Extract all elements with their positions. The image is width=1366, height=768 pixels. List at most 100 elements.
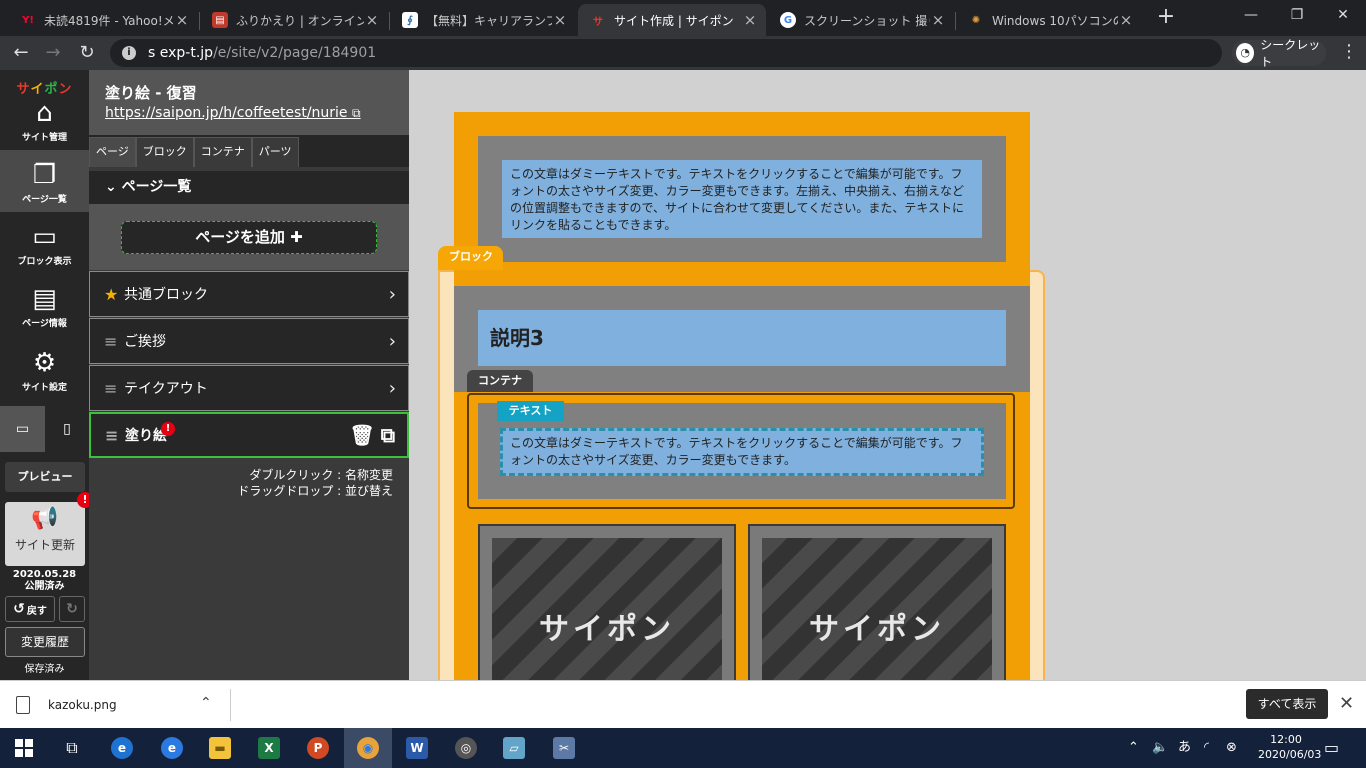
tab-page[interactable]: ページ xyxy=(89,137,136,167)
browser-tab[interactable]: ∮ 【無料】キャリアランプ体験 × xyxy=(390,4,576,36)
new-tab-button[interactable]: + xyxy=(1155,6,1177,28)
image-card[interactable]: サイポン xyxy=(478,524,736,680)
sidebar-item-page-list[interactable]: ❐ ページ一覧 xyxy=(0,150,89,212)
close-icon[interactable]: × xyxy=(174,11,190,29)
drag-handle-icon[interactable]: ≡ xyxy=(104,379,118,398)
sidebar-item-label: ページ一覧 xyxy=(22,195,67,205)
sidebar-item-site-management[interactable]: ⌂ サイト管理 xyxy=(0,98,89,148)
file-icon xyxy=(16,696,30,714)
drag-handle-icon[interactable]: ≡ xyxy=(104,332,118,351)
close-icon[interactable]: × xyxy=(552,11,568,29)
external-link-icon: ⧉ xyxy=(352,106,361,120)
desktop-view-icon[interactable]: ▭ xyxy=(0,406,45,452)
sidebar-item-label: ページ情報 xyxy=(22,319,67,329)
browser-tab[interactable]: Y! 未読4819件 - Yahoo!メ × xyxy=(8,4,198,36)
browser-tab[interactable]: G スクリーンショット 撮り方 - × xyxy=(768,4,954,36)
no-network-icon[interactable]: ⊗ xyxy=(1226,728,1237,768)
windows-start-icon[interactable] xyxy=(0,728,48,768)
image-card[interactable]: サイポン xyxy=(748,524,1006,680)
page-item-label: テイクアウト xyxy=(124,381,208,397)
page-alert-badge: ! xyxy=(161,422,175,436)
tab-container[interactable]: コンテナ xyxy=(193,137,252,167)
chevron-right-icon[interactable]: › xyxy=(389,284,396,305)
redo-button[interactable]: ↻ xyxy=(59,596,85,622)
site-update-label: サイト更新 xyxy=(14,538,75,552)
file-explorer-icon[interactable]: ▬ xyxy=(196,728,244,768)
sidebar-item-label: サイト設定 xyxy=(21,383,67,393)
notification-icon[interactable]: ▭ xyxy=(1324,728,1339,768)
close-icon[interactable]: × xyxy=(930,11,946,29)
chevron-up-icon[interactable]: ⌃ xyxy=(1128,728,1139,768)
sidebar-item-block-view[interactable]: ▭ ブロック表示 xyxy=(0,222,89,274)
edge-icon[interactable]: e xyxy=(148,728,196,768)
sidebar-item-page-info[interactable]: ▤ ページ情報 xyxy=(0,284,89,336)
container-label-tag[interactable]: コンテナ xyxy=(467,370,533,392)
system-clock[interactable]: 12:00 2020/06/03 xyxy=(1258,732,1321,762)
chevron-right-icon[interactable]: › xyxy=(389,331,396,352)
add-page-button[interactable]: ページを追加 ✚ xyxy=(121,221,377,254)
change-history-button[interactable]: 変更履歴 xyxy=(5,627,85,657)
edge-legacy-icon[interactable]: e xyxy=(98,728,146,768)
browser-tab[interactable]: ▤ ふりかえり | オンライン01- × xyxy=(200,4,388,36)
close-icon[interactable]: × xyxy=(364,11,380,29)
notes-icon[interactable]: ▱ xyxy=(490,728,538,768)
forward-icon[interactable]: → xyxy=(40,40,66,66)
close-icon[interactable]: ✕ xyxy=(1339,693,1354,714)
tab-block[interactable]: ブロック xyxy=(135,137,194,167)
tab-parts[interactable]: パーツ xyxy=(251,137,299,167)
copy-icon[interactable]: ⧉ xyxy=(381,423,395,447)
browser-menu-icon[interactable]: ⋮ xyxy=(1340,42,1358,62)
ime-indicator[interactable]: あ xyxy=(1178,728,1191,768)
sidebar-item-site-settings[interactable]: ⚙ サイト設定 xyxy=(0,348,89,400)
word-icon[interactable]: W xyxy=(393,728,441,768)
incognito-badge[interactable]: ◔ シークレット xyxy=(1232,38,1326,69)
wifi-icon[interactable]: ◜ xyxy=(1204,728,1209,768)
site-update-button[interactable]: 📢 サイト更新 xyxy=(5,502,85,566)
url-input[interactable]: i s exp-t.jp/e/site/v2/page/184901 xyxy=(110,39,1222,67)
page-panel: 塗り絵 - 復習 https://saipon.jp/h/coffeetest/… xyxy=(89,70,409,680)
restore-icon[interactable]: ❐ xyxy=(1274,0,1320,32)
list-item-common-block[interactable]: ★ 共通ブロック › xyxy=(89,271,409,317)
text-label-tag[interactable]: テキスト xyxy=(497,401,564,421)
page-list-header[interactable]: ⌄ ページ一覧 xyxy=(89,171,409,204)
hint-rename: ダブルクリック : 名称変更 xyxy=(249,468,393,482)
media-player-icon[interactable]: ◎ xyxy=(442,728,490,768)
drag-handle-icon[interactable]: ≡ xyxy=(105,426,119,445)
trash-icon[interactable]: 🗑 xyxy=(349,423,374,447)
chevron-right-icon[interactable]: › xyxy=(389,378,396,399)
excel-icon[interactable]: X xyxy=(245,728,293,768)
volume-icon[interactable]: 🔈 xyxy=(1152,728,1168,768)
saipon-icon: サ xyxy=(593,16,603,28)
publish-info: 2020.05.28 公開済み xyxy=(0,569,89,593)
site-info-icon[interactable]: i xyxy=(122,46,136,60)
browser-tab[interactable]: ✺ Windows 10パソコンのス × xyxy=(956,4,1142,36)
chevron-up-icon[interactable]: ⌃ xyxy=(200,695,212,711)
list-item-greeting[interactable]: ≡ ご挨拶 › xyxy=(89,318,409,364)
window-close-icon[interactable]: ✕ xyxy=(1320,0,1366,32)
minimize-icon[interactable]: — xyxy=(1228,0,1274,32)
dummy-text-block[interactable]: この文章はダミーテキストです。テキストをクリックすることで編集が可能です。フォン… xyxy=(502,160,982,238)
chrome-icon[interactable]: ◉ xyxy=(344,728,392,768)
show-all-downloads-button[interactable]: すべて表示 xyxy=(1246,689,1328,719)
task-view-icon[interactable]: ⧉ xyxy=(48,728,96,768)
snipping-tool-icon[interactable]: ✂ xyxy=(540,728,588,768)
preview-button[interactable]: プレビュー xyxy=(5,462,85,492)
back-icon[interactable]: ← xyxy=(8,40,34,66)
selected-text-block[interactable]: この文章はダミーテキストです。テキストをクリックすることで編集が可能です。フォン… xyxy=(500,428,984,476)
download-item[interactable]: kazoku.png xyxy=(16,691,117,719)
browser-tab-active[interactable]: サ サイト作成 | サイポン × xyxy=(578,4,766,36)
undo-button[interactable]: ↺ 戻す xyxy=(5,596,55,622)
powerpoint-icon[interactable]: P xyxy=(294,728,342,768)
page-item-label: 共通ブロック xyxy=(124,287,208,303)
mobile-view-icon[interactable]: ▯ xyxy=(45,406,89,452)
list-item-takeout[interactable]: ≡ テイクアウト › xyxy=(89,365,409,411)
section-heading[interactable]: 説明3 xyxy=(478,310,1006,366)
list-item-coloring-selected[interactable]: ≡ 塗り絵 ! 🗑 ⧉ xyxy=(89,412,409,458)
chevron-down-icon: ⌄ xyxy=(105,179,117,195)
close-icon[interactable]: × xyxy=(742,11,758,29)
reload-icon[interactable]: ↻ xyxy=(74,40,100,66)
site-url-link[interactable]: https://saipon.jp/h/coffeetest/nurie ⧉ xyxy=(105,105,393,121)
close-icon[interactable]: × xyxy=(1118,11,1134,29)
block-label-tag[interactable]: ブロック xyxy=(438,246,503,270)
download-filename: kazoku.png xyxy=(48,698,117,712)
